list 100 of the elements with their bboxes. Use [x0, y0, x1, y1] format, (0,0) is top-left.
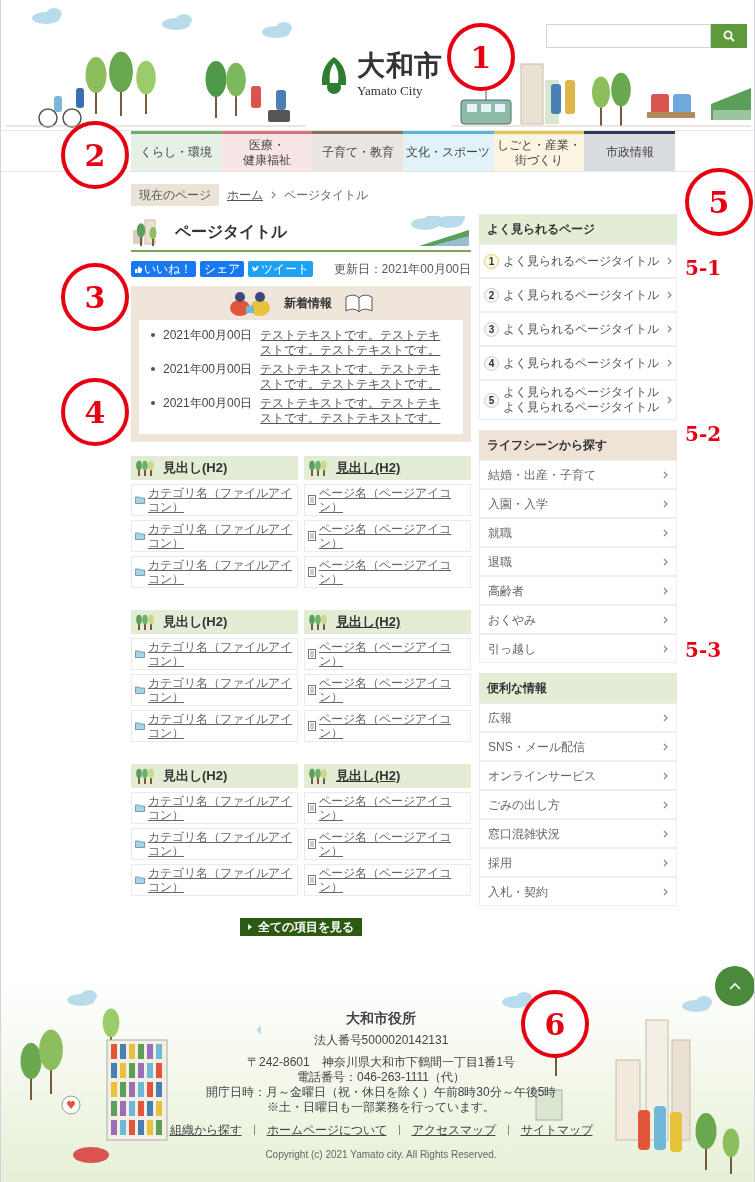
popular-page-item[interactable]: 1 よく見られるページタイトル — [479, 244, 677, 278]
footer-link[interactable]: サイトマップ — [520, 1121, 593, 1139]
link-row[interactable]: カテゴリ名（ファイルアイコン） — [131, 484, 298, 516]
rank-badge: 2 — [484, 287, 499, 303]
link-row[interactable]: カテゴリ名（ファイルアイコン） — [131, 864, 298, 896]
breadcrumb-link[interactable]: ホーム — [227, 186, 263, 204]
link-row[interactable]: ページ名（ページアイコン） — [304, 638, 471, 670]
rank-badge: 4 — [484, 355, 499, 371]
popular-page-item[interactable]: 3 よく見られるページタイトル — [479, 312, 677, 346]
logo-subtitle: Yamato City — [357, 84, 424, 97]
nav-tab-label: 市政情報 — [605, 145, 654, 160]
link-row[interactable]: ページ名（ページアイコン） — [304, 556, 471, 588]
section-heading[interactable]: 見出し(H2) — [336, 458, 401, 478]
sidebar-link[interactable]: 広報 — [479, 703, 677, 732]
section-heading[interactable]: 見出し(H2) — [336, 612, 401, 632]
link-text[interactable]: ページ名（ページアイコン） — [319, 866, 467, 894]
sidebar-link[interactable]: ごみの出し方 — [479, 790, 677, 819]
sidebar-link[interactable]: オンラインサービス — [479, 761, 677, 790]
link-row[interactable]: カテゴリ名（ファイルアイコン） — [131, 828, 298, 860]
sidebar-heading: ライフシーンから探す — [479, 430, 677, 460]
address-line: 電話番号：046-263-1111（代） — [296, 1070, 465, 1085]
popular-page-item[interactable]: 2 よく見られるページタイトル — [479, 278, 677, 312]
link-row[interactable]: カテゴリ名（ファイルアイコン） — [131, 520, 298, 552]
nav-tab-label: 医療・ — [249, 137, 285, 153]
nav-tab[interactable]: 子育て・教育 — [312, 131, 403, 171]
annotation-label: 5-2 — [685, 424, 722, 444]
sidebar-link[interactable]: SNS・メール配信 — [479, 732, 677, 761]
link-text[interactable]: ページ名（ページアイコン） — [319, 794, 467, 822]
nav-tab[interactable]: 市政情報 — [584, 131, 676, 171]
link-text[interactable]: ページ名（ページアイコン） — [319, 558, 467, 586]
link-text[interactable]: カテゴリ名（ファイルアイコン） — [148, 794, 294, 822]
logo-title[interactable]: 大和市 — [357, 52, 444, 80]
link-text[interactable]: カテゴリ名（ファイルアイコン） — [148, 676, 294, 704]
link-text[interactable]: カテゴリ名（ファイルアイコン） — [148, 866, 294, 894]
link-row[interactable]: カテゴリ名（ファイルアイコン） — [131, 638, 298, 670]
news-link[interactable]: テストテキストです。テストテキストです。テストテキストです。 — [260, 328, 451, 358]
copyright: Copyright (c) 2021 Yamato city. All Rights Reserved. — [265, 1148, 497, 1162]
link-row[interactable]: ページ名（ページアイコン） — [304, 864, 471, 896]
link-row[interactable]: カテゴリ名（ファイルアイコン） — [131, 674, 298, 706]
link-row[interactable]: ページ名（ページアイコン） — [304, 484, 471, 516]
view-all-button[interactable]: 全ての項目を見る — [240, 918, 362, 936]
link-text[interactable]: ページ名（ページアイコン） — [319, 486, 467, 514]
sidebar-link[interactable]: 入札・契約 — [479, 877, 677, 906]
link-row[interactable]: ページ名（ページアイコン） — [304, 792, 471, 824]
nav-tab[interactable]: くらし・環境 — [131, 131, 222, 171]
nav-tab[interactable]: 医療・ 健康福祉 — [221, 131, 313, 171]
sidebar-link[interactable]: 入園・入学 — [479, 489, 677, 518]
link-text[interactable]: ページ名（ページアイコン） — [319, 522, 467, 550]
link-text[interactable]: カテゴリ名（ファイルアイコン） — [148, 486, 294, 514]
link-text[interactable]: ページ名（ページアイコン） — [319, 712, 467, 740]
link-row[interactable]: ページ名（ページアイコン） — [304, 710, 471, 742]
sidebar-link[interactable]: 退職 — [479, 547, 677, 576]
link-text[interactable]: ページ名（ページアイコン） — [319, 830, 467, 858]
sidebar-link[interactable]: 引っ越し — [479, 634, 677, 663]
nav-tab-label: くらし・環境 — [140, 145, 213, 160]
link-row[interactable]: ページ名（ページアイコン） — [304, 520, 471, 552]
news-date: 2021年00月00日 — [163, 362, 253, 378]
nav-tab[interactable]: 文化・スポーツ — [403, 131, 494, 171]
rank-badge: 5 — [484, 392, 499, 408]
link-row[interactable]: カテゴリ名（ファイルアイコン） — [131, 556, 298, 588]
popular-page-title: よく見られるページタイトル — [503, 355, 660, 371]
sidebar-heading: 便利な情報 — [479, 673, 677, 703]
sidebar-link[interactable]: 結婚・出産・子育て — [479, 460, 677, 489]
sidebar-link[interactable]: 窓口混雑状況 — [479, 819, 677, 848]
sidebar-link[interactable]: 採用 — [479, 848, 677, 877]
section-heading: 見出し(H2) — [163, 459, 228, 478]
news-title: 新着情報 — [284, 295, 332, 312]
link-text[interactable]: ページ名（ページアイコン） — [319, 640, 467, 668]
sidebar-link[interactable]: 就職 — [479, 518, 677, 547]
link-text[interactable]: カテゴリ名（ファイルアイコン） — [148, 558, 294, 586]
popular-page-item[interactable]: 4 よく見られるページタイトル — [479, 346, 677, 380]
section-heading: 見出し(H2) — [163, 613, 228, 632]
address-line: ※土・日曜日も一部業務を行っています。 — [267, 1100, 495, 1115]
annotation-marker: 4 — [61, 378, 129, 446]
news-link[interactable]: テストテキストです。テストテキストです。テストテキストです。 — [260, 396, 451, 426]
sidebar-link[interactable]: 高齢者 — [479, 576, 677, 605]
news-link[interactable]: テストテキストです。テストテキストです。テストテキストです。 — [260, 362, 451, 392]
popular-page-title: よく見られるページタイトル — [503, 321, 660, 337]
footer-link[interactable]: ホームページについて — [266, 1121, 387, 1139]
nav-tab[interactable]: しごと・産業・ 街づくり — [493, 131, 585, 171]
popular-page-title: よく見られるページタイトル — [503, 253, 660, 269]
like-button[interactable]: いいね！ — [131, 261, 196, 277]
link-row[interactable]: ページ名（ページアイコン） — [304, 828, 471, 860]
link-row[interactable]: カテゴリ名（ファイルアイコン） — [131, 792, 298, 824]
footer-link[interactable]: アクセスマップ — [411, 1121, 496, 1139]
link-text[interactable]: カテゴリ名（ファイルアイコン） — [148, 712, 294, 740]
section-heading[interactable]: 見出し(H2) — [336, 766, 401, 786]
footer-link[interactable]: 組織から探す — [169, 1121, 242, 1139]
sidebar-link[interactable]: おくやみ — [479, 605, 677, 634]
annotation-marker: 1 — [447, 23, 515, 91]
link-text[interactable]: ページ名（ページアイコン） — [319, 676, 467, 704]
link-text[interactable]: カテゴリ名（ファイルアイコン） — [148, 522, 294, 550]
link-row[interactable]: ページ名（ページアイコン） — [304, 674, 471, 706]
nav-tab-label: 文化・スポーツ — [406, 145, 491, 160]
link-row[interactable]: カテゴリ名（ファイルアイコン） — [131, 710, 298, 742]
annotation-marker: 2 — [61, 121, 129, 189]
link-text[interactable]: カテゴリ名（ファイルアイコン） — [148, 830, 294, 858]
share-button[interactable]: シェア — [200, 261, 244, 277]
link-text[interactable]: カテゴリ名（ファイルアイコン） — [148, 640, 294, 668]
update-date: 更新日：2021年00月00日 — [333, 261, 471, 278]
